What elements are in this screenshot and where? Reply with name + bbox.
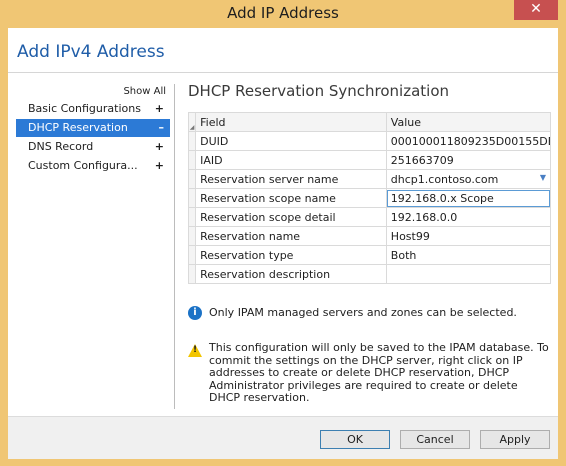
sidebar-item-label: Custom Configura...	[28, 159, 138, 172]
table-row[interactable]: Reservation server name dhcp1.contoso.co…	[187, 169, 552, 189]
apply-button[interactable]: Apply	[480, 430, 550, 449]
info-icon: i	[188, 306, 202, 320]
page-title: Add IPv4 Address	[17, 42, 165, 62]
expand-icon[interactable]: +	[155, 100, 164, 118]
warning-text: This configuration will only be saved to…	[209, 341, 549, 404]
reservation-scope-name-input[interactable]: 192.168.0.x Scope	[385, 188, 552, 208]
value-reservation-scope-detail[interactable]: 192.168.0.0	[385, 207, 552, 227]
value-duid[interactable]: 000100011809235D00155DB...	[385, 131, 552, 151]
reservation-server-dropdown[interactable]: dhcp1.contoso.com ▼	[385, 169, 552, 189]
table-row[interactable]: DUID 000100011809235D00155DB...	[187, 131, 552, 151]
field-iaid: IAID	[195, 150, 387, 170]
column-header-value[interactable]: Value	[385, 112, 552, 132]
sidebar-item-label: Basic Configurations	[28, 102, 141, 115]
cancel-button[interactable]: Cancel	[400, 430, 470, 449]
field-reservation-scope-name: Reservation scope name	[195, 188, 387, 208]
field-duid: DUID	[195, 131, 387, 151]
collapse-icon[interactable]: –	[159, 119, 165, 137]
panel-title: DHCP Reservation Synchronization	[188, 82, 450, 100]
expand-icon[interactable]: +	[155, 138, 164, 156]
info-text: Only IPAM managed servers and zones can …	[209, 306, 517, 319]
field-reservation-scope-detail: Reservation scope detail	[195, 207, 387, 227]
add-ip-address-window: Add IP Address ✕ Add IPv4 Address Show A…	[0, 0, 566, 466]
field-reservation-description: Reservation description	[195, 264, 387, 284]
expand-icon[interactable]: +	[155, 157, 164, 175]
show-all-link[interactable]: Show All	[123, 86, 166, 97]
heading-divider	[8, 72, 558, 73]
value-reservation-description[interactable]	[385, 264, 552, 284]
button-bar: OK Cancel Apply	[8, 416, 558, 459]
dropdown-value: dhcp1.contoso.com	[390, 172, 499, 186]
title-bar[interactable]: Add IP Address ✕	[0, 0, 566, 28]
sidebar-item-label: DHCP Reservation	[28, 121, 128, 134]
table-row[interactable]: Reservation description	[187, 264, 552, 284]
field-reservation-name: Reservation name	[195, 226, 387, 246]
window-title: Add IP Address	[227, 4, 339, 22]
table-row[interactable]: IAID 251663709	[187, 150, 552, 170]
table-row[interactable]: Reservation scope name 192.168.0.x Scope	[187, 188, 552, 208]
sidebar-item-dhcp-reservation[interactable]: DHCP Reservation –	[16, 119, 170, 137]
sort-icon[interactable]: ◢	[187, 112, 197, 132]
property-grid: ◢ Field Value DUID 000100011809235D00155…	[187, 112, 552, 284]
nav-divider	[174, 84, 175, 409]
field-reservation-type: Reservation type	[195, 245, 387, 265]
value-iaid[interactable]: 251663709	[385, 150, 552, 170]
field-reservation-server-name: Reservation server name	[195, 169, 387, 189]
value-reservation-name[interactable]: Host99	[385, 226, 552, 246]
column-header-field[interactable]: Field	[195, 112, 387, 132]
table-row[interactable]: Reservation name Host99	[187, 226, 552, 246]
sidebar-item-label: DNS Record	[28, 140, 94, 153]
chevron-down-icon[interactable]: ▼	[540, 173, 546, 182]
grid-header-row: ◢ Field Value	[187, 112, 552, 132]
close-icon[interactable]: ✕	[514, 0, 558, 20]
table-row[interactable]: Reservation scope detail 192.168.0.0	[187, 207, 552, 227]
ok-button[interactable]: OK	[320, 430, 390, 449]
table-row[interactable]: Reservation type Both	[187, 245, 552, 265]
sidebar-item-basic-configurations[interactable]: Basic Configurations +	[16, 100, 170, 118]
dialog-client: Add IPv4 Address Show All Basic Configur…	[8, 28, 558, 459]
value-reservation-type[interactable]: Both	[385, 245, 552, 265]
sidebar-item-dns-record[interactable]: DNS Record +	[16, 138, 170, 156]
sidebar-item-custom-configurations[interactable]: Custom Configura... +	[16, 157, 170, 175]
